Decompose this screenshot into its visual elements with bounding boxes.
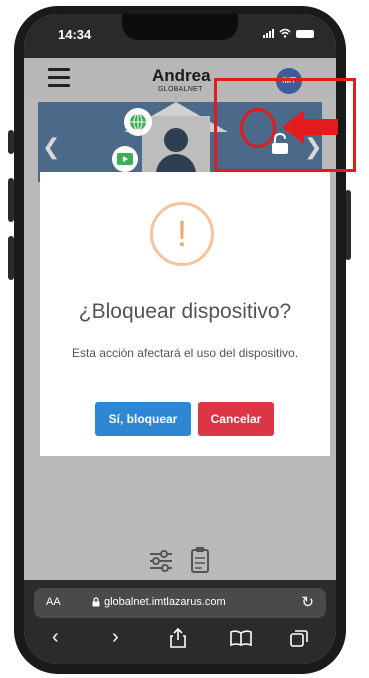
globe-icon	[124, 108, 152, 136]
tabs-icon[interactable]	[290, 630, 308, 648]
forward-icon[interactable]: ›	[112, 626, 119, 649]
bookmarks-icon[interactable]	[230, 630, 252, 646]
cancel-button[interactable]: Cancelar	[198, 402, 274, 436]
sliders-icon[interactable]	[148, 548, 174, 574]
clipboard-icon[interactable]	[190, 546, 210, 574]
browser-bar: AA globalnet.imtlazarus.com ↻ ‹ ›	[24, 580, 336, 664]
annotation-circle	[240, 108, 276, 148]
confirm-lock-button[interactable]: Sí, bloquear	[95, 402, 191, 436]
dialog-message: Esta acción afectará el uso del disposit…	[71, 346, 299, 360]
url-text: globalnet.imtlazarus.com	[104, 596, 226, 608]
user-name: Andrea	[152, 66, 211, 85]
menu-icon[interactable]	[48, 68, 70, 87]
back-icon[interactable]: ‹	[52, 626, 59, 649]
notch	[122, 14, 238, 40]
share-icon[interactable]	[170, 628, 186, 648]
company-name: GLOBALNET	[158, 86, 203, 93]
lock-icon	[92, 597, 100, 607]
signal-icon	[263, 29, 274, 38]
wifi-icon	[279, 28, 291, 38]
chevron-left-icon[interactable]: ❮	[42, 134, 60, 160]
warning-icon: !	[150, 202, 214, 266]
reader-settings-button[interactable]: AA	[46, 596, 61, 608]
reload-icon[interactable]: ↻	[301, 593, 314, 611]
bottom-toolbar	[24, 544, 336, 578]
dialog-title: ¿Bloquear dispositivo?	[78, 300, 292, 323]
person-head	[164, 128, 188, 152]
confirm-dialog: ! ¿Bloquear dispositivo? Esta acción afe…	[40, 172, 330, 456]
address-bar[interactable]: AA globalnet.imtlazarus.com ↻	[34, 588, 326, 618]
status-time: 14:34	[58, 27, 92, 42]
annotation-arrow-icon	[282, 110, 338, 144]
video-icon	[112, 146, 138, 172]
battery-icon	[296, 30, 314, 38]
status-icons	[263, 28, 314, 38]
status-bar: 14:34	[24, 14, 336, 58]
